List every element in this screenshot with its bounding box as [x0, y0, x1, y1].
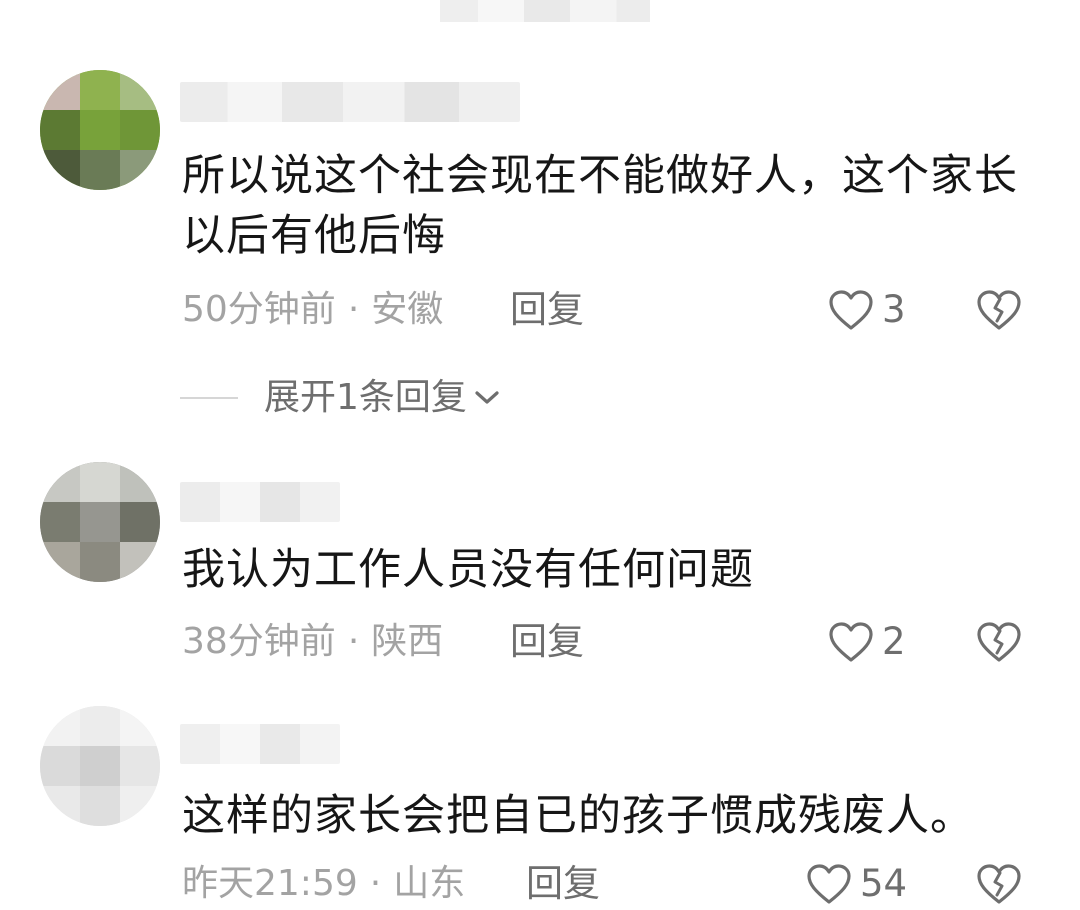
comment-meta: 昨天21:59 · 山东: [182, 862, 465, 906]
meta-separator: ·: [347, 289, 360, 330]
comment-time: 昨天21:59: [182, 863, 358, 904]
like-count: 3: [882, 288, 906, 331]
like-button[interactable]: 3: [828, 288, 906, 332]
avatar[interactable]: [40, 706, 160, 826]
username-redacted[interactable]: [180, 482, 340, 522]
meta-separator: ·: [369, 863, 382, 904]
broken-heart-icon: [977, 622, 1021, 662]
meta-separator: ·: [347, 621, 360, 662]
comment-meta: 50分钟前 · 安徽: [182, 288, 443, 332]
like-button[interactable]: 2: [828, 620, 906, 664]
comment-meta: 38分钟前 · 陕西: [182, 620, 443, 664]
expand-replies-button[interactable]: 展开1条回复: [180, 374, 501, 422]
dislike-button[interactable]: [976, 288, 1022, 332]
comment-location: 陕西: [371, 621, 444, 662]
heart-outline-icon: [829, 290, 873, 330]
comment-text: 所以说这个社会现在不能做好人，这个家长以后有他后悔: [182, 151, 1018, 261]
like-count: 2: [882, 620, 906, 663]
comment-location: 安徽: [371, 289, 444, 330]
comment-location: 山东: [393, 863, 466, 904]
avatar[interactable]: [40, 462, 160, 582]
chevron-down-icon: [475, 391, 499, 404]
dislike-button[interactable]: [976, 620, 1022, 664]
avatar[interactable]: [40, 70, 160, 190]
expand-divider: [180, 397, 238, 399]
broken-heart-icon: [977, 290, 1021, 330]
reply-button[interactable]: 回复: [510, 288, 584, 332]
comment-time: 50分钟前: [182, 289, 336, 330]
dislike-button[interactable]: [976, 862, 1022, 906]
like-count: 54: [860, 862, 908, 905]
comment-text: 这样的家长会把自已的孩子惯成残废人。: [182, 791, 974, 841]
heart-outline-icon: [807, 864, 851, 904]
broken-heart-icon: [977, 864, 1021, 904]
reply-button[interactable]: 回复: [510, 620, 584, 664]
expand-replies-label: 展开1条回复: [264, 377, 467, 418]
heart-outline-icon: [829, 622, 873, 662]
username-redacted[interactable]: [180, 724, 340, 764]
reply-button[interactable]: 回复: [526, 862, 600, 906]
comment-text: 我认为工作人员没有任何问题: [182, 545, 754, 595]
username-redacted[interactable]: [180, 82, 520, 122]
like-button[interactable]: 54: [806, 862, 907, 906]
comment-time: 38分钟前: [182, 621, 336, 662]
pixelated-header-fragment: [440, 0, 650, 22]
